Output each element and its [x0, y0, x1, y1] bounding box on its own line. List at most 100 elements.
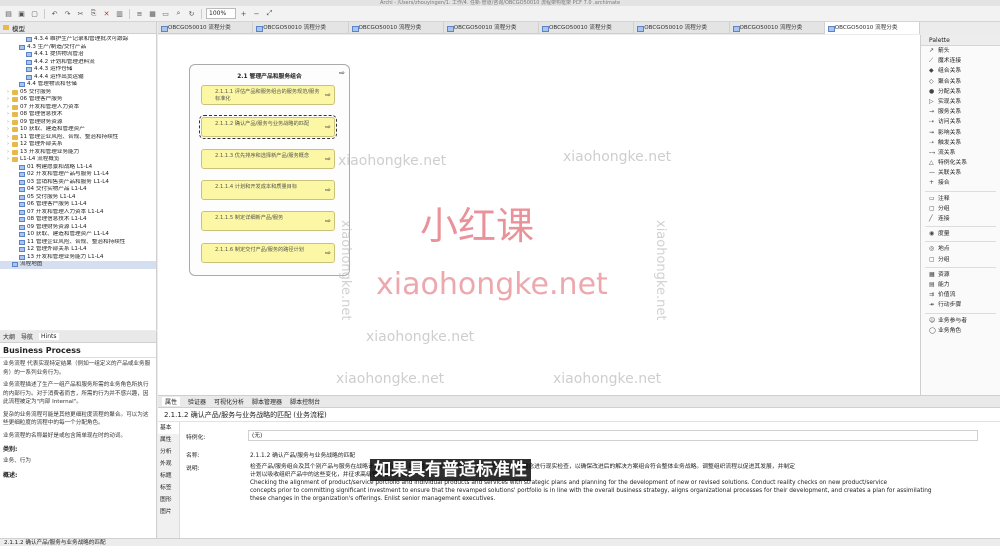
editor-tab[interactable]: OBCGO50010 流程分类 [730, 22, 825, 34]
tree-item[interactable]: › 10 获取、建造和管理资产 [0, 126, 156, 134]
palette-item[interactable]: ⟋ 魔术连接 [921, 56, 1000, 66]
tree-item[interactable]: 13 开发和管理业务能力 L1-L4 [0, 254, 156, 262]
process-box-selected[interactable]: 2.1.1.2 确认产品/服务与业务战略的匹配 ⇨ [199, 115, 337, 139]
tree-item[interactable]: › 09 管理财务资源 [0, 119, 156, 127]
tab-navigator[interactable]: 导航 [21, 332, 33, 341]
tree-item[interactable]: › L1-L4 流程概览 [0, 156, 156, 164]
diagram-canvas[interactable]: 2.1 管理产品和服务组合 ⇨ 2.1.1.1 评估产品和服务组合的服务规范/服… [158, 35, 920, 395]
process-box[interactable]: 2.1.1.1 评估产品和服务组合的服务规范/服务标准化 ⇨ [201, 85, 335, 105]
layout-icon[interactable]: ▭ [160, 8, 171, 19]
copy-icon[interactable]: ⎘ [88, 8, 99, 19]
editor-tab[interactable]: OBCGO50010 流程分类 [444, 22, 539, 34]
open-icon[interactable]: ▣ [16, 8, 27, 19]
tree-item[interactable]: 07 开发和管理人力资本 L1-L4 [0, 209, 156, 217]
side-tab-appearance[interactable]: 外观 [158, 458, 179, 470]
palette-item[interactable]: ▤ 能力 [921, 280, 1000, 290]
tree-item[interactable]: 10 获取、建造和管理资产 L1-L4 [0, 231, 156, 239]
process-box[interactable]: 2.1.1.3 优先排序和选择新产品/服务概念 ⇨ [201, 149, 335, 169]
tree-item[interactable]: 流程地图 [0, 261, 156, 269]
process-box[interactable]: 2.1.1.6 制定交付产品/服务的路径计划 ⇨ [201, 243, 335, 263]
editor-tab[interactable]: OBCGO50010 流程分类 [634, 22, 730, 34]
tree-item[interactable]: › 11 管理企业风险、合规、整治和持续性 [0, 134, 156, 142]
palette-item[interactable]: ◎ 地点 [921, 244, 1000, 254]
palette-item[interactable]: ☺ 业务参与者 [921, 316, 1000, 326]
tree-item[interactable]: 4.4.1 提供物流管治 [0, 51, 156, 59]
tree-item[interactable]: › 07 开发和管理人力资本 [0, 104, 156, 112]
palette-item[interactable]: → 服务关系 [921, 107, 1000, 117]
editor-tab-active[interactable]: OBCGO50010 流程分类 [824, 22, 920, 34]
tree-item[interactable]: 04 交付实物产品 L1-L4 [0, 186, 156, 194]
fit-icon[interactable]: ⤢ [264, 8, 275, 19]
tree-item[interactable]: 4.4 管理物流和仓储 [0, 81, 156, 89]
palette-item[interactable]: ➝ 触发关系 [921, 138, 1000, 148]
palette-item[interactable]: ▦ 资源 [921, 270, 1000, 280]
tree-item[interactable]: 02 开发和管理产品与服务 L1-L4 [0, 171, 156, 179]
save-icon[interactable]: ▢ [29, 8, 40, 19]
process-box[interactable]: 2.1.1.5 制定详细新产品/服务 ⇨ [201, 211, 335, 231]
tree-item[interactable]: 4.4.2 计划和管理进料流 [0, 59, 156, 67]
tree-item[interactable]: 06 管理客户服务 L1-L4 [0, 201, 156, 209]
name-field[interactable]: 2.1.1.2 确认产品/服务与业务战略的匹配 [250, 450, 355, 459]
side-tab-basic[interactable]: 基本 [158, 422, 179, 434]
tree-item[interactable]: 4.4.4 运作出货运输 [0, 74, 156, 82]
palette-item[interactable]: + 接合 [921, 178, 1000, 188]
tree-item[interactable]: › 08 管理信息技术 [0, 111, 156, 119]
side-tab-tags[interactable]: 标签 [158, 482, 179, 494]
palette-item[interactable]: ⇝ 影响关系 [921, 128, 1000, 138]
tab-outline[interactable]: 大纲 [3, 332, 15, 341]
palette-item[interactable]: ● 分配关系 [921, 87, 1000, 97]
palette-item[interactable]: ◉ 度量 [921, 229, 1000, 239]
properties-icon[interactable]: ▥ [114, 8, 125, 19]
process-box[interactable]: 2.1.1.4 计划和开发成本和质量目标 ⇨ [201, 180, 335, 200]
palette-item[interactable]: ◆ 组合关系 [921, 66, 1000, 76]
grid-icon[interactable]: ▦ [147, 8, 158, 19]
tree-item[interactable]: › 05 交付服务 [0, 89, 156, 97]
editor-tab[interactable]: OBCGO50010 流程分类 [158, 22, 254, 34]
palette-item[interactable]: — 关联关系 [921, 168, 1000, 178]
process-group[interactable]: 2.1 管理产品和服务组合 ⇨ 2.1.1.1 评估产品和服务组合的服务规范/服… [189, 64, 350, 276]
palette-item[interactable]: ⇉ 价值流 [921, 290, 1000, 300]
palette-item[interactable]: ╱ 连接 [921, 214, 1000, 224]
side-tab-properties[interactable]: 属性 [158, 434, 179, 446]
tree-item[interactable]: 09 管理财务资源 L1-L4 [0, 224, 156, 232]
palette-item[interactable]: ⤍ 流关系 [921, 148, 1000, 158]
undo-icon[interactable]: ↶ [49, 8, 60, 19]
delete-icon[interactable]: ✕ [101, 8, 112, 19]
palette-item[interactable]: ↠ 行动步骤 [921, 300, 1000, 310]
tree-item[interactable]: 08 管理信息技术 L1-L4 [0, 216, 156, 224]
model-tree-tab[interactable]: 模型 [0, 22, 156, 34]
tree-item[interactable]: 01 构建愿景和战略 L1-L4 [0, 164, 156, 172]
tree-item[interactable]: 4.4.3 运作仓储 [0, 66, 156, 74]
palette-item[interactable]: △ 特例化关系 [921, 158, 1000, 168]
palette-item[interactable]: ↗ 箭头 [921, 46, 1000, 56]
tree-item[interactable]: 11 管理企业风险、合规、整治和持续性 [0, 239, 156, 247]
palette-item[interactable]: ◯ 业务角色 [921, 326, 1000, 336]
side-tab-analysis[interactable]: 分析 [158, 446, 179, 458]
zoom-in-icon[interactable]: + [238, 8, 249, 19]
documentation-field[interactable]: 检查产品/服务组合及其个别产品与服务在战略计划中的定位。组织性地开发产品/服务战… [250, 463, 1000, 503]
tab-script-manager[interactable]: 脚本管理器 [252, 397, 282, 406]
side-tab-image[interactable]: 图片 [158, 506, 179, 518]
search-icon[interactable]: ⌕ [173, 8, 184, 19]
tree-item[interactable]: › 13 开发和管理业务能力 [0, 149, 156, 157]
side-tab-figure[interactable]: 图形 [158, 494, 179, 506]
tree-item[interactable]: 03 营销和售卖产品和服务 L1-L4 [0, 179, 156, 187]
zoom-out-icon[interactable]: − [251, 8, 262, 19]
tree-item[interactable]: 4.3 生产/制造/交付产品 [0, 44, 156, 52]
tab-validator[interactable]: 验证器 [188, 397, 206, 406]
tab-script-console[interactable]: 脚本控制台 [290, 397, 320, 406]
palette-item[interactable]: ▢ 分组 [921, 255, 1000, 265]
tab-hints[interactable]: Hints [39, 333, 59, 340]
palette-item[interactable]: ▭ 注释 [921, 194, 1000, 204]
palette-item[interactable]: ⇢ 访问关系 [921, 117, 1000, 127]
editor-tab[interactable]: OBCGO50010 流程分类 [539, 22, 635, 34]
editor-tab[interactable]: OBCGO50010 流程分类 [253, 22, 349, 34]
align-icon[interactable]: ≡ [134, 8, 145, 19]
tree-item[interactable]: › 06 管理客户服务 [0, 96, 156, 104]
zoom-combo[interactable]: 100% [206, 8, 236, 19]
tree-item[interactable]: 05 交付服务 L1-L4 [0, 194, 156, 202]
palette-item[interactable]: ▷ 实现关系 [921, 97, 1000, 107]
palette-item[interactable]: ▢ 分组 [921, 204, 1000, 214]
tree-item[interactable]: 4.3.4 维护生产记录和管理批次可跟踪 [0, 36, 156, 44]
tree-item[interactable]: › 12 管理外部关系 [0, 141, 156, 149]
